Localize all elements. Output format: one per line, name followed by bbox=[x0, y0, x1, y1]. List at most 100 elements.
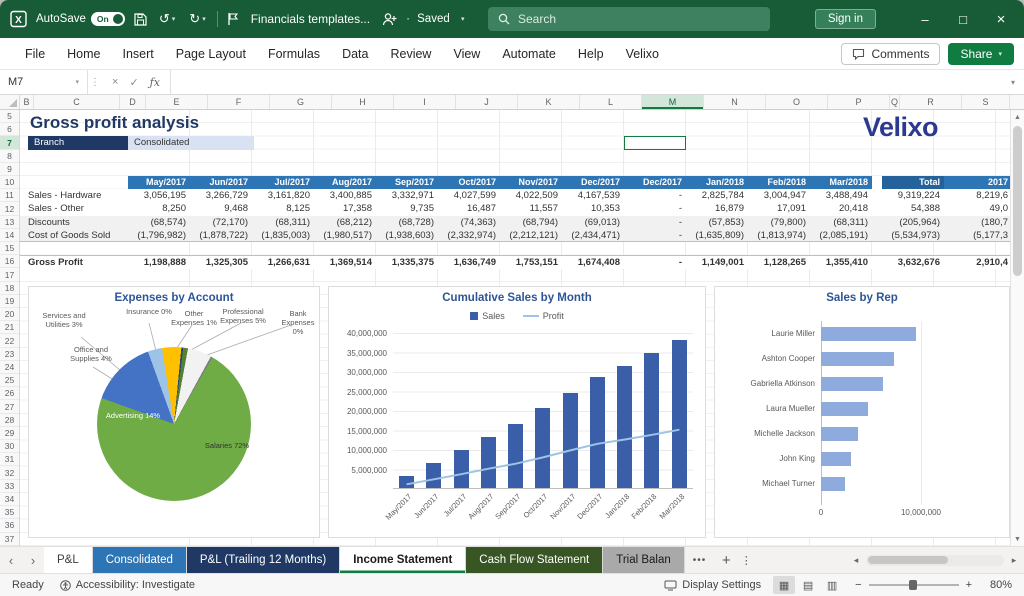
cell-value[interactable]: (69,013) bbox=[562, 216, 624, 229]
row-header-37[interactable]: 37 bbox=[0, 533, 19, 546]
expenses-pie-chart[interactable]: Expenses by Account Salaries 72% Adverti… bbox=[28, 286, 320, 538]
column-header-N[interactable]: N bbox=[704, 95, 766, 109]
cell-value[interactable]: (1,980,517) bbox=[314, 229, 376, 241]
cell-value[interactable]: 1,636,749 bbox=[438, 256, 500, 268]
zoom-thumb[interactable] bbox=[909, 580, 917, 590]
scroll-down-icon[interactable]: ▼ bbox=[1011, 532, 1024, 546]
row-header-21[interactable]: 21 bbox=[0, 321, 19, 334]
cell-value[interactable]: 16,487 bbox=[438, 202, 500, 215]
sheet-tab-p-l[interactable]: P&L bbox=[44, 547, 93, 573]
cell-year[interactable]: (180,7 bbox=[944, 216, 1010, 229]
cell-value[interactable]: - bbox=[624, 189, 686, 202]
column-header-J[interactable]: J bbox=[456, 95, 518, 109]
row-header-26[interactable]: 26 bbox=[0, 387, 19, 400]
zoom-out-icon[interactable]: − bbox=[855, 579, 861, 591]
row-header-8[interactable]: 8 bbox=[0, 150, 19, 163]
cell-total[interactable]: 54,388 bbox=[882, 202, 944, 215]
row-header-11[interactable]: 11 bbox=[0, 189, 19, 202]
row-header-7[interactable]: 7 bbox=[0, 136, 19, 149]
row-header-28[interactable]: 28 bbox=[0, 414, 19, 427]
cell-value[interactable]: 17,091 bbox=[748, 202, 810, 215]
sheet-tab-income-statement[interactable]: Income Statement bbox=[340, 547, 466, 573]
column-header-C[interactable]: C bbox=[34, 95, 120, 109]
month-header-nov-2017[interactable]: Nov/2017 bbox=[500, 176, 562, 189]
column-header-Q[interactable]: Q bbox=[890, 95, 900, 109]
sheet-tab-cash-flow-statement[interactable]: Cash Flow Statement bbox=[466, 547, 603, 573]
cell-value[interactable]: 3,056,195 bbox=[128, 189, 190, 202]
cell-value[interactable]: 4,022,509 bbox=[500, 189, 562, 202]
menu-item-data[interactable]: Data bbox=[331, 40, 379, 68]
cell-value[interactable]: - bbox=[624, 202, 686, 215]
cumulative-sales-chart[interactable]: Cumulative Sales by Month Sales Profit 4… bbox=[328, 286, 706, 538]
cell-value[interactable]: (68,794) bbox=[500, 216, 562, 229]
name-box[interactable]: M7 ▾ bbox=[0, 70, 88, 94]
month-header-sep-2017[interactable]: Sep/2017 bbox=[376, 176, 438, 189]
row-header-9[interactable]: 9 bbox=[0, 163, 19, 176]
autosave-control[interactable]: AutoSave On bbox=[36, 12, 125, 26]
comments-button[interactable]: Comments bbox=[841, 43, 940, 65]
cell-total[interactable]: 9,319,224 bbox=[882, 189, 944, 202]
more-sheets-button[interactable]: ••• bbox=[685, 547, 715, 573]
excel-app-icon[interactable]: X bbox=[10, 10, 28, 28]
row-header-24[interactable]: 24 bbox=[0, 361, 19, 374]
cell-value[interactable]: 1,149,001 bbox=[686, 256, 748, 268]
undo-button[interactable]: ↺▾ bbox=[156, 9, 178, 29]
enter-icon[interactable]: ✓ bbox=[129, 76, 138, 89]
cell-value[interactable]: 3,400,885 bbox=[314, 189, 376, 202]
rep-bar-ashton-cooper[interactable] bbox=[821, 352, 894, 366]
cell-value[interactable]: (2,332,974) bbox=[438, 229, 500, 241]
month-header-oct-2017[interactable]: Oct/2017 bbox=[438, 176, 500, 189]
month-header-feb-2018[interactable]: Feb/2018 bbox=[748, 176, 810, 189]
cell-value[interactable]: 2,825,784 bbox=[686, 189, 748, 202]
vscroll-track[interactable] bbox=[1011, 124, 1024, 532]
row-header-12[interactable]: 12 bbox=[0, 202, 19, 215]
scroll-up-icon[interactable]: ▲ bbox=[1011, 110, 1024, 124]
search-input[interactable]: Search bbox=[488, 7, 770, 31]
cell-year[interactable]: (5,177,3 bbox=[944, 229, 1010, 241]
rep-bar-laura-mueller[interactable] bbox=[821, 402, 868, 416]
insert-function-icon[interactable]: ƒx bbox=[150, 76, 160, 89]
menu-item-automate[interactable]: Automate bbox=[491, 40, 567, 68]
maximize-button[interactable]: □ bbox=[944, 0, 982, 38]
row-header-5[interactable]: 5 bbox=[0, 110, 19, 123]
month-header-dec-2017[interactable]: Dec/2017 bbox=[562, 176, 624, 189]
menu-item-review[interactable]: Review bbox=[379, 40, 442, 68]
sales-by-rep-chart[interactable]: Sales by Rep 0 10,000,000 Laurie MillerA… bbox=[714, 286, 1010, 538]
expand-formula-bar-icon[interactable]: ▾ bbox=[1002, 70, 1024, 94]
hscroll-thumb[interactable] bbox=[868, 556, 948, 564]
scroll-right-icon[interactable]: ▸ bbox=[1006, 555, 1022, 566]
row-header-6[interactable]: 6 bbox=[0, 123, 19, 136]
cell-value[interactable]: (1,878,722) bbox=[190, 229, 252, 241]
sheet-nav-right-icon[interactable]: › bbox=[22, 547, 44, 573]
cancel-icon[interactable]: × bbox=[112, 76, 118, 88]
cell-value[interactable]: 3,332,971 bbox=[376, 189, 438, 202]
cell-value[interactable]: (57,853) bbox=[686, 216, 748, 229]
scroll-left-icon[interactable]: ◂ bbox=[848, 555, 864, 566]
save-status[interactable]: · Saved ▾ bbox=[406, 13, 464, 25]
vscroll-thumb[interactable] bbox=[1013, 126, 1022, 276]
row-header-32[interactable]: 32 bbox=[0, 466, 19, 479]
month-header-jun-2017[interactable]: Jun/2017 bbox=[190, 176, 252, 189]
autosave-toggle[interactable]: On bbox=[91, 12, 125, 26]
minimize-button[interactable]: – bbox=[906, 0, 944, 38]
row-header-34[interactable]: 34 bbox=[0, 493, 19, 506]
rep-bar-laurie-miller[interactable] bbox=[821, 327, 916, 341]
cell-value[interactable]: 1,325,305 bbox=[190, 256, 252, 268]
column-header-B[interactable]: B bbox=[20, 95, 34, 109]
cell-value[interactable]: (72,170) bbox=[190, 216, 252, 229]
menu-item-velixo[interactable]: Velixo bbox=[615, 40, 670, 68]
display-settings-button[interactable]: Display Settings bbox=[664, 579, 761, 591]
rep-bar-john-king[interactable] bbox=[821, 452, 851, 466]
row-header-16[interactable]: 16 bbox=[0, 255, 19, 268]
column-header-P[interactable]: P bbox=[828, 95, 890, 109]
cell-year[interactable]: 8,219,6 bbox=[944, 189, 1010, 202]
row-header-18[interactable]: 18 bbox=[0, 282, 19, 295]
cell-value[interactable]: 16,879 bbox=[686, 202, 748, 215]
cell-value[interactable]: (1,835,003) bbox=[252, 229, 314, 241]
row-header-22[interactable]: 22 bbox=[0, 334, 19, 347]
formula-input[interactable] bbox=[171, 70, 1002, 94]
sheet-tab-p-l-trailing-12-months[interactable]: P&L (Trailing 12 Months) bbox=[187, 547, 340, 573]
year-header[interactable]: 2017 bbox=[944, 176, 1010, 189]
horizontal-scrollbar[interactable]: ◂ ▸ bbox=[846, 547, 1024, 573]
row-header-19[interactable]: 19 bbox=[0, 295, 19, 308]
